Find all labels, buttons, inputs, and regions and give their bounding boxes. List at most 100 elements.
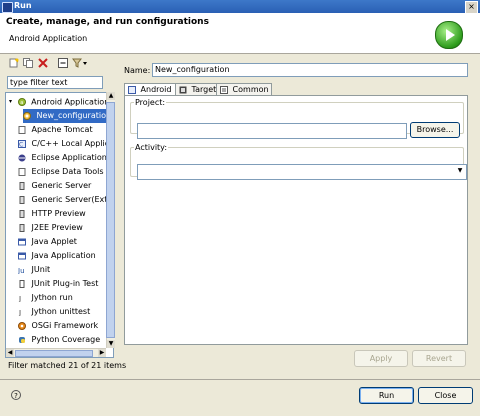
cpp-icon: C: [18, 139, 26, 148]
help-icon[interactable]: ?: [11, 390, 21, 400]
tree-item-label: Python Coverage: [31, 335, 101, 344]
tree-item-label: Java Application: [31, 251, 96, 260]
android-tab-icon: [128, 85, 136, 94]
tab-label: Android: [140, 85, 172, 94]
tree-item-java-applet[interactable]: Java Applet: [18, 235, 77, 249]
vertical-scroll-thumb[interactable]: [106, 102, 115, 338]
java-app-icon: [18, 252, 26, 259]
filter-input[interactable]: type filter text: [7, 76, 103, 89]
expand-toggle-icon[interactable]: ▾: [9, 95, 15, 109]
tree-item-j2ee-preview[interactable]: J2EE Preview: [18, 221, 83, 235]
filter-icon[interactable]: [72, 58, 88, 69]
config-tree[interactable]: ▾ a Android Application New_configuratio…: [5, 92, 114, 358]
tree-item-android-application[interactable]: ▾ a Android Application: [9, 95, 109, 109]
tree-item-http-preview[interactable]: HTTP Preview: [18, 207, 86, 221]
tree-item-label: Generic Server(External Launch): [31, 195, 113, 204]
run-icon: [435, 21, 463, 49]
tomcat-icon: [18, 125, 26, 134]
tab-label: Target: [191, 85, 217, 94]
name-label: Name:: [124, 66, 151, 75]
apply-button[interactable]: Apply: [354, 350, 408, 367]
svg-text:J: J: [18, 309, 21, 316]
tree-item-java-application[interactable]: Java Application: [18, 249, 96, 263]
tree-item-eclipse-application[interactable]: Eclipse Application: [18, 151, 107, 165]
tree-item-label: Generic Server: [31, 181, 92, 190]
tab-label: Common: [232, 85, 269, 94]
tree-item-python-coverage[interactable]: Python Coverage: [18, 333, 100, 347]
tab-panel-android: Project: Browse... Activity: ▼: [124, 95, 468, 345]
collapse-all-icon[interactable]: [57, 58, 68, 69]
tree-item-junit[interactable]: Ju JUnit: [18, 263, 50, 277]
svg-text:C: C: [19, 141, 23, 148]
scroll-down-icon[interactable]: ▼: [107, 340, 115, 348]
name-input[interactable]: New_configuration: [152, 63, 468, 77]
chevron-down-icon[interactable]: ▼: [455, 166, 465, 176]
svg-text:J: J: [18, 295, 21, 302]
tree-item-label: JUnit Plug-in Test: [31, 279, 99, 288]
tree-item-label: Jython unittest: [31, 307, 91, 316]
project-label: Project:: [135, 98, 166, 107]
server-icon: [19, 181, 25, 190]
svg-text:a: a: [20, 100, 23, 106]
scroll-up-icon[interactable]: ▲: [107, 92, 115, 100]
browse-button[interactable]: Browse...: [410, 122, 460, 138]
jython-icon: J: [18, 309, 21, 316]
window-title: Run: [14, 1, 32, 10]
scroll-left-icon[interactable]: ◀: [6, 349, 14, 357]
new-config-icon[interactable]: [8, 58, 19, 69]
tree-item-label: New_configuration: [36, 111, 112, 120]
revert-button[interactable]: Revert: [412, 350, 466, 367]
android-app-icon: a: [17, 98, 26, 106]
tree-horizontal-scrollbar[interactable]: ◀ ▶: [6, 348, 106, 357]
tree-item-eclipse-data-tools[interactable]: Eclipse Data Tools: [18, 165, 104, 179]
config-toolbar: [5, 56, 118, 72]
tree-item-label: Java Applet: [31, 237, 77, 246]
data-tools-icon: [18, 167, 26, 176]
eclipse-icon: [18, 154, 26, 161]
tree-item-jython-run[interactable]: J Jython run: [18, 291, 73, 305]
server-icon: [19, 195, 25, 204]
activity-select[interactable]: ▼: [137, 164, 467, 180]
tree-item-cpp-local-application[interactable]: C C/C++ Local Application: [18, 137, 113, 151]
close-button[interactable]: Close: [418, 387, 473, 404]
run-button[interactable]: Run: [359, 387, 414, 404]
tree-item-label: OSGi Framework: [31, 321, 99, 330]
project-input[interactable]: [137, 123, 407, 139]
footer-separator: [0, 379, 480, 380]
python-icon: [19, 336, 25, 343]
tree-item-osgi-framework[interactable]: OSGi Framework: [18, 319, 98, 333]
svg-text:Ju: Ju: [18, 267, 25, 274]
tree-item-generic-server-external[interactable]: Generic Server(External Launch): [18, 193, 113, 207]
tree-item-label: JUnit: [31, 265, 51, 274]
filter-status: Filter matched 21 of 21 items: [8, 361, 127, 370]
header-title: Create, manage, and run configurations: [6, 17, 209, 27]
tree-item-label: C/C++ Local Application: [31, 139, 113, 148]
header-subtitle: Android Application: [9, 34, 88, 43]
project-group: Project: Browse...: [130, 98, 464, 139]
window-title-bar[interactable]: Run ×: [0, 0, 480, 14]
junit-icon: Ju: [18, 267, 25, 274]
osgi-icon: [18, 321, 26, 330]
tree-item-label: Apache Tomcat: [31, 125, 93, 134]
duplicate-icon[interactable]: [22, 58, 33, 69]
config-icon: [23, 111, 31, 120]
scroll-right-icon[interactable]: ▶: [98, 349, 106, 357]
config-list-panel: type filter text ▾ a Android Application…: [5, 56, 126, 377]
tree-item-apache-tomcat[interactable]: Apache Tomcat: [18, 123, 93, 137]
tree-item-jython-unittest[interactable]: J Jython unittest: [18, 305, 90, 319]
tree-item-generic-server[interactable]: Generic Server: [18, 179, 91, 193]
tree-item-label: Eclipse Application: [31, 153, 107, 162]
tree-item-label: Jython run: [31, 293, 73, 302]
activity-group: Activity: ▼: [130, 143, 467, 180]
junit-plugin-icon: [19, 279, 25, 288]
http-icon: [19, 209, 25, 218]
tree-item-label: Eclipse Data Tools: [31, 167, 104, 176]
target-tab-icon: [179, 86, 187, 93]
app-icon: [2, 2, 13, 13]
horizontal-scroll-thumb[interactable]: [15, 350, 93, 357]
j2ee-icon: [19, 223, 25, 232]
tree-item-junit-plugin-test[interactable]: JUnit Plug-in Test: [18, 277, 98, 291]
tree-item-label: HTTP Preview: [31, 209, 86, 218]
delete-icon[interactable]: [37, 58, 48, 69]
tree-item-new-configuration[interactable]: New_configuration: [23, 109, 113, 123]
